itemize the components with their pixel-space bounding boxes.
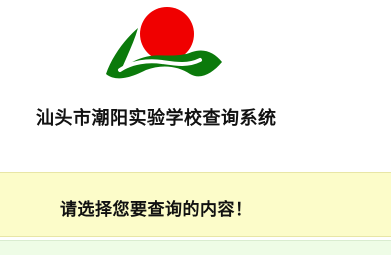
- app-title: 汕头市潮阳实验学校查询系统: [36, 108, 277, 129]
- notice-banner: 请选择您要查询的内容！: [0, 172, 391, 237]
- notice-text: 请选择您要查询的内容！: [60, 200, 253, 220]
- page-header: 汕头市潮阳实验学校查询系统: [0, 0, 391, 170]
- content-area: [0, 240, 391, 255]
- school-logo-icon: [106, 7, 222, 79]
